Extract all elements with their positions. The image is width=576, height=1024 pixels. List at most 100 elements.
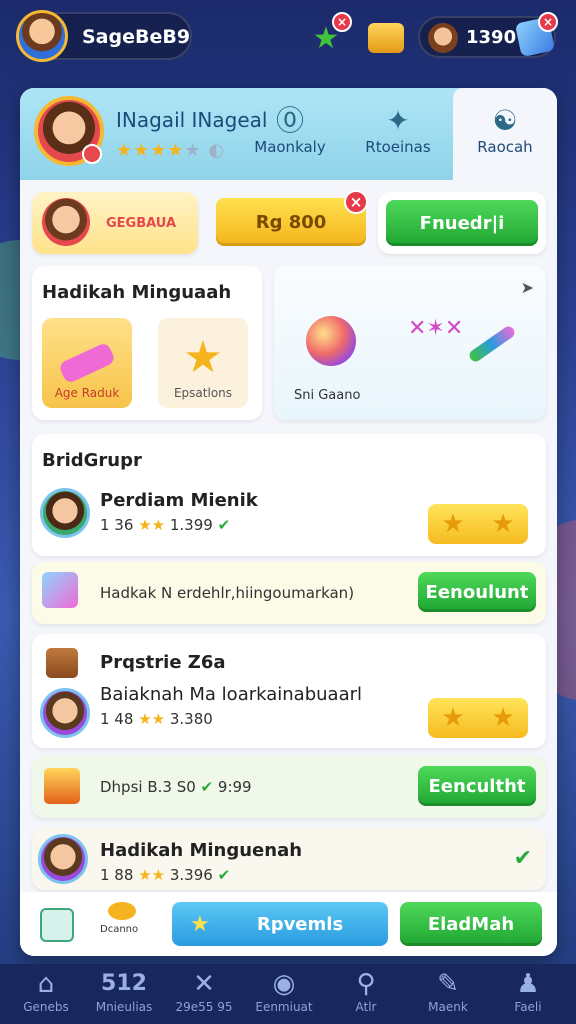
bottom-nav: ⌂ Genebs 512 Mnieulias ✕ 29e55 95 ◉ Eenm… xyxy=(0,964,576,1024)
gift-text: Dhpsi B.3 S0 ✔ 9:99 xyxy=(100,778,252,796)
confirm-button[interactable]: EladMah xyxy=(400,902,542,946)
pin-icon: ◉ xyxy=(272,969,296,999)
chest-icon[interactable] xyxy=(366,18,406,58)
promo-banner[interactable]: GEGBAUA xyxy=(32,192,198,254)
member-stats: 1 36 ★★ 1.399 ✔ xyxy=(100,516,230,534)
profile-pill[interactable]: SageBeB9 xyxy=(16,10,192,62)
promo-banner-label: GEGBAUA xyxy=(106,216,177,231)
level-icon: 512 xyxy=(101,971,147,996)
member-avatar[interactable] xyxy=(40,488,90,538)
tab-rtoeinas[interactable]: ✦ Rtoeinas xyxy=(354,104,442,168)
quest-title: Hadikah Minguaah xyxy=(42,282,232,303)
edit-icon: ✎ xyxy=(437,969,459,999)
mission-stat1: 1 88 xyxy=(100,866,134,884)
star-reward-button[interactable]: ★ ★ xyxy=(428,504,528,544)
character-avatar xyxy=(42,198,90,246)
tab-rtoeinas-label: Rtoeinas xyxy=(365,138,431,156)
close-icon[interactable]: × xyxy=(344,190,368,214)
nav-label: Eenmiuat xyxy=(255,1000,313,1014)
nav-label: Genebs xyxy=(23,1000,69,1014)
nav-label: Mnieulias xyxy=(95,1000,153,1014)
reward-tile-age-raduk[interactable]: Age Raduk xyxy=(42,318,132,408)
rating-stars: ★★★★★ ◐ xyxy=(116,140,225,161)
box-icon xyxy=(46,648,78,678)
friend-button[interactable]: Fnuedr|i xyxy=(386,200,538,246)
nav-label: 29e55 95 xyxy=(175,1000,233,1014)
cursor-icon: ➤ xyxy=(520,278,534,297)
progress-avatar[interactable] xyxy=(40,688,90,738)
tab-raocah[interactable]: ☯ Raocah xyxy=(453,88,557,180)
star-badge-icon: ★ xyxy=(190,911,210,937)
rating-stars-filled: ★★★★ xyxy=(116,140,185,161)
main-panel: INagail INageal ★★★★★ ◐ ⓪ Maonkaly ✦ Rto… xyxy=(20,88,557,956)
featured-label: Sni Gaano xyxy=(294,388,361,403)
nav-item-eenmiuat[interactable]: ◉ Eenmiuat xyxy=(248,968,320,1014)
notification-badge: × xyxy=(332,12,352,32)
nav-label: Faeli xyxy=(514,1000,542,1014)
clipboard-icon[interactable] xyxy=(40,908,74,942)
featured-card[interactable]: ➤ ✕✶✕ Sni Gaano xyxy=(274,266,546,420)
currency-pill[interactable]: 1390 × xyxy=(418,12,558,58)
home-icon: ⌂ xyxy=(37,969,55,999)
tab-rtoeinas-icon: ✦ xyxy=(386,104,410,137)
progress-stat2: 3.380 xyxy=(169,710,213,728)
sparkle-icon: ✕✶✕ xyxy=(408,316,464,341)
profile-icon: ♟ xyxy=(516,969,540,999)
check-icon: ✔ xyxy=(217,866,231,884)
avatar-badge xyxy=(82,144,102,164)
offer-button[interactable]: Eenoulunt xyxy=(418,572,536,612)
mission-avatar[interactable] xyxy=(38,834,88,884)
search-icon: ⚲ xyxy=(356,969,376,999)
wand-icon xyxy=(467,324,517,364)
currency-avatar xyxy=(428,23,458,53)
nav-item-battle[interactable]: ✕ 29e55 95 xyxy=(168,968,240,1014)
stars-icon: ★★ xyxy=(138,516,166,534)
offer-banner: Hadkak N erdehlr,hiingoumarkan) Eenoulun… xyxy=(32,562,546,624)
check-icon: ✔ xyxy=(217,516,231,534)
star-icon: ★ xyxy=(441,509,465,539)
nav-label: Maenk xyxy=(428,1000,468,1014)
nav-item-genebs[interactable]: ⌂ Genebs xyxy=(10,968,82,1014)
stars-icon: ★★ xyxy=(138,866,166,884)
mission-stats: 1 88 ★★ 3.396 ✔ xyxy=(100,866,230,884)
quest-card: Hadikah Minguaah Age Raduk ★ Epsatlons xyxy=(32,266,262,420)
star-reward-button[interactable]: ★ ★ xyxy=(428,698,528,738)
nav-item-mnieulias[interactable]: 512 Mnieulias xyxy=(88,968,160,1014)
friend-card: Fnuedr|i xyxy=(378,192,546,254)
group-card: BridGrupr Perdiam Mienik 1 36 ★★ 1.399 ✔… xyxy=(32,434,546,556)
star-icon: ★ xyxy=(491,703,515,733)
rating-star-empty: ★ xyxy=(184,140,202,161)
gift-banner: Dhpsi B.3 S0 ✔ 9:99 Eencultht xyxy=(32,756,546,818)
player-avatar[interactable] xyxy=(16,10,68,62)
progress-card: Prqstrie Z6a Baiaknah Ma loarkainabuaarl… xyxy=(32,634,546,748)
currency-badge: × xyxy=(538,12,558,32)
complete-check-icon: ✔ xyxy=(513,846,532,871)
action-row: Dcanno ★ Rpvemls EladMah xyxy=(20,892,557,956)
mission-title: Hadikah Minguenah xyxy=(100,840,303,861)
reward-tile-label: Age Raduk xyxy=(54,386,120,400)
coin-stack-icon xyxy=(108,902,136,920)
nav-label: Atlr xyxy=(355,1000,377,1014)
tab-maonkaly[interactable]: ⓪ Maonkaly xyxy=(246,104,334,168)
player-name: SageBeB9 xyxy=(82,26,191,48)
gift-box-icon xyxy=(44,768,80,804)
nav-item-atlr[interactable]: ⚲ Atlr xyxy=(330,968,402,1014)
ball-icon xyxy=(306,316,356,366)
rewards-button[interactable]: ★ Rpvemls xyxy=(172,902,388,946)
rewards-button-label: Rpvemls xyxy=(256,913,344,935)
star-icon: ★ xyxy=(183,332,223,383)
star-icon: ★ xyxy=(491,509,515,539)
reward-tile-epsatlons[interactable]: ★ Epsatlons xyxy=(158,318,248,408)
progress-stat1: 1 48 xyxy=(100,710,134,728)
member-stat1: 1 36 xyxy=(100,516,134,534)
nav-item-faeli[interactable]: ♟ Faeli xyxy=(492,968,564,1014)
offer-text: Hadkak N erdehlr,hiingoumarkan) xyxy=(100,584,355,602)
coin-amount: 1390 xyxy=(466,27,517,48)
gift-button[interactable]: Eencultht xyxy=(418,766,536,806)
gift-icon xyxy=(42,572,78,608)
gift-text-main: Dhpsi B.3 S0 xyxy=(100,778,196,796)
tab-maonkaly-icon: ⓪ xyxy=(275,104,304,137)
nav-item-maenk[interactable]: ✎ Maenk xyxy=(412,968,484,1014)
mission-stat2: 3.396 xyxy=(169,866,213,884)
stars-icon: ★★ xyxy=(138,710,166,728)
